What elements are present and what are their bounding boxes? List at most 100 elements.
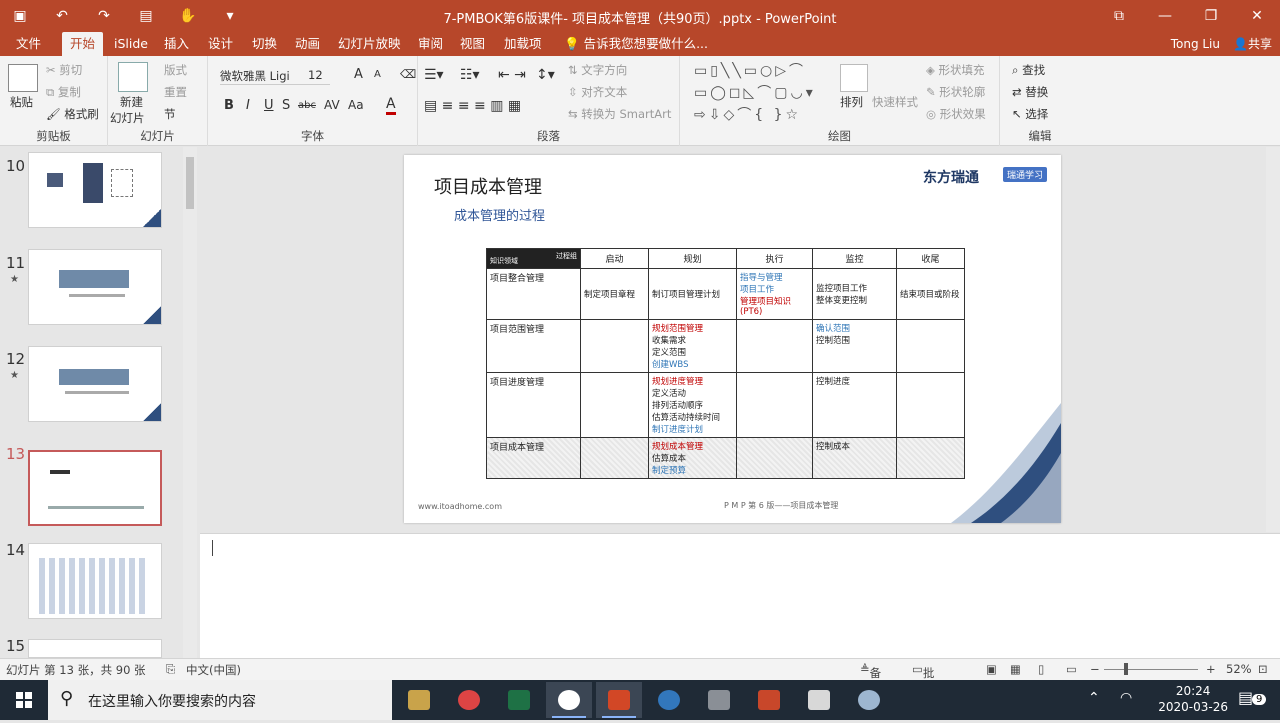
layout-button[interactable]: 版式: [164, 62, 187, 78]
close-button[interactable]: ✕: [1234, 0, 1280, 32]
tab-islide[interactable]: iSlide: [106, 32, 156, 56]
canvas-scrollbar[interactable]: [1266, 147, 1280, 532]
section-button[interactable]: 节: [164, 106, 176, 122]
paste-icon[interactable]: [8, 64, 38, 92]
slide-thumbnail-14[interactable]: [28, 543, 162, 619]
tab-home[interactable]: 开始: [62, 32, 104, 56]
new-slide-button[interactable]: 新建: [120, 94, 143, 110]
tab-addins[interactable]: 加载项: [496, 32, 550, 56]
taskbar-app-excel[interactable]: [496, 682, 542, 718]
taskbar-search[interactable]: ⚲ 在这里输入你要搜索的内容: [48, 680, 392, 720]
reset-button[interactable]: 重置: [164, 84, 187, 100]
tab-insert[interactable]: 插入: [156, 32, 197, 56]
slide-title[interactable]: 项目成本管理: [434, 173, 542, 199]
tab-slideshow[interactable]: 幻灯片放映: [330, 32, 409, 56]
format-painter-button[interactable]: 🖌 格式刷: [46, 106, 99, 122]
shape-fill-button[interactable]: ◈ 形状填充: [926, 62, 985, 78]
tab-file[interactable]: 文件: [8, 32, 49, 56]
taskbar-app-explorer[interactable]: [396, 682, 442, 718]
slide-13[interactable]: 项目成本管理 成本管理的过程 东方瑞通 瑞通学习 过程组 知识领域 启动 规划 …: [404, 155, 1061, 523]
arrange-button[interactable]: 排列: [840, 94, 863, 110]
font-color-button[interactable]: A: [386, 96, 396, 115]
taskbar-app-music[interactable]: [846, 682, 892, 718]
slide-subtitle[interactable]: 成本管理的过程: [454, 205, 545, 224]
cut-button[interactable]: ✂ 剪切: [46, 62, 82, 78]
language-indicator[interactable]: 中文(中国): [186, 662, 241, 678]
tell-me-search[interactable]: 💡 告诉我您想要做什么...: [556, 32, 716, 56]
ribbon-display-icon[interactable]: ⧉: [1096, 0, 1142, 32]
undo-icon[interactable]: ↶: [52, 6, 72, 26]
shadow-button[interactable]: S: [282, 98, 290, 113]
find-button[interactable]: ⌕ 查找: [1012, 62, 1045, 78]
grow-font-button[interactable]: A: [354, 67, 363, 82]
spellcheck-icon[interactable]: ⎘: [166, 662, 175, 677]
notes-toggle[interactable]: ≜ 备注: [860, 662, 881, 696]
scroll-thumb[interactable]: [186, 157, 194, 209]
slideshow-view-icon[interactable]: ▭: [1066, 662, 1077, 676]
taskbar-app-edge[interactable]: [646, 682, 692, 718]
arrange-icon[interactable]: [840, 64, 868, 92]
slide-thumbnail-11[interactable]: [28, 249, 162, 325]
slide-thumbnail-12[interactable]: [28, 346, 162, 422]
chevron-up-icon[interactable]: ⌃: [1088, 690, 1100, 706]
tab-design[interactable]: 设计: [200, 32, 241, 56]
replace-button[interactable]: ⇄ 替换: [1012, 84, 1048, 100]
system-clock[interactable]: 20:24 2020-03-26: [1158, 683, 1228, 715]
paste-button[interactable]: 粘贴: [10, 94, 33, 110]
alignment-icons[interactable]: ▤ ≡ ≡ ≡ ▥ ▦: [424, 98, 521, 114]
share-button[interactable]: 👤共享: [1233, 32, 1272, 56]
taskbar-app-audio[interactable]: [796, 682, 842, 718]
zoom-level[interactable]: 52%: [1226, 662, 1252, 676]
present-icon[interactable]: ▤: [136, 6, 156, 26]
start-button[interactable]: [0, 680, 48, 720]
convert-smartart-button[interactable]: ⇆ 转换为 SmartArt: [568, 106, 671, 122]
user-name[interactable]: Tong Liu: [1171, 32, 1220, 56]
shrink-font-button[interactable]: A: [374, 69, 381, 80]
line-spacing-icon[interactable]: ↕▾: [536, 67, 555, 83]
slide-thumbnail-10[interactable]: [28, 152, 162, 228]
underline-button[interactable]: U: [264, 98, 274, 113]
align-text-button[interactable]: ⇳ 对齐文本: [568, 84, 627, 100]
normal-view-icon[interactable]: ▣: [986, 662, 997, 676]
font-size-box[interactable]: 12: [308, 68, 342, 82]
process-table[interactable]: 过程组 知识领域 启动 规划 执行 监控 收尾 项目整合管理 制定项目章程 制订项目…: [486, 248, 965, 479]
taskbar-app-wechat[interactable]: [546, 682, 592, 718]
taskbar-app-powerpoint[interactable]: [596, 682, 642, 718]
char-spacing-button[interactable]: AV: [324, 98, 340, 112]
italic-button[interactable]: I: [246, 98, 250, 113]
bold-button[interactable]: B: [224, 98, 234, 113]
slide-thumbnail-15[interactable]: [28, 639, 162, 658]
fit-window-icon[interactable]: ⊡: [1258, 662, 1268, 676]
zoom-slider[interactable]: [1104, 669, 1198, 670]
new-slide-icon[interactable]: [118, 62, 148, 92]
tab-view[interactable]: 视图: [452, 32, 493, 56]
wifi-icon[interactable]: ◠: [1120, 690, 1132, 706]
bullets-icon[interactable]: ☰▾: [424, 67, 444, 83]
select-button[interactable]: ↖ 选择: [1012, 106, 1048, 122]
strikethrough-button[interactable]: abc: [298, 100, 316, 111]
shape-outline-button[interactable]: ✎ 形状轮廓: [926, 84, 985, 100]
text-direction-button[interactable]: ⇅ 文字方向: [568, 62, 627, 78]
quick-styles-button[interactable]: 快速样式: [872, 94, 918, 110]
restore-button[interactable]: ❐: [1188, 0, 1234, 32]
tab-transitions[interactable]: 切换: [244, 32, 285, 56]
change-case-button[interactable]: Aa: [348, 98, 364, 112]
tab-animations[interactable]: 动画: [287, 32, 328, 56]
notes-pane[interactable]: [200, 533, 1280, 658]
slide-sorter-icon[interactable]: ▦: [1010, 662, 1021, 676]
comments-toggle[interactable]: ▭ 批注: [912, 662, 934, 696]
taskbar-app-recorder[interactable]: [746, 682, 792, 718]
indent-icon[interactable]: ⇤ ⇥: [498, 67, 526, 83]
zoom-in-button[interactable]: +: [1206, 662, 1216, 676]
zoom-out-button[interactable]: −: [1090, 662, 1100, 676]
thumbnail-scrollbar[interactable]: [183, 147, 197, 658]
new-slide-label[interactable]: 幻灯片: [110, 110, 145, 126]
numbering-icon[interactable]: ☷▾: [460, 67, 480, 83]
taskbar-app-chrome[interactable]: [446, 682, 492, 718]
touch-mode-icon[interactable]: ✋: [178, 6, 198, 26]
tab-review[interactable]: 审阅: [410, 32, 451, 56]
shapes-gallery[interactable]: ▭▯╲╲▭○▷⌒ ▭◯◻◺⌒▢◡▾ ⇨⇩◇⌒{ }☆: [694, 60, 816, 126]
reading-view-icon[interactable]: ▯: [1038, 662, 1044, 676]
taskbar-app-camtasia[interactable]: [696, 682, 742, 718]
shape-effects-button[interactable]: ◎ 形状效果: [926, 106, 986, 122]
